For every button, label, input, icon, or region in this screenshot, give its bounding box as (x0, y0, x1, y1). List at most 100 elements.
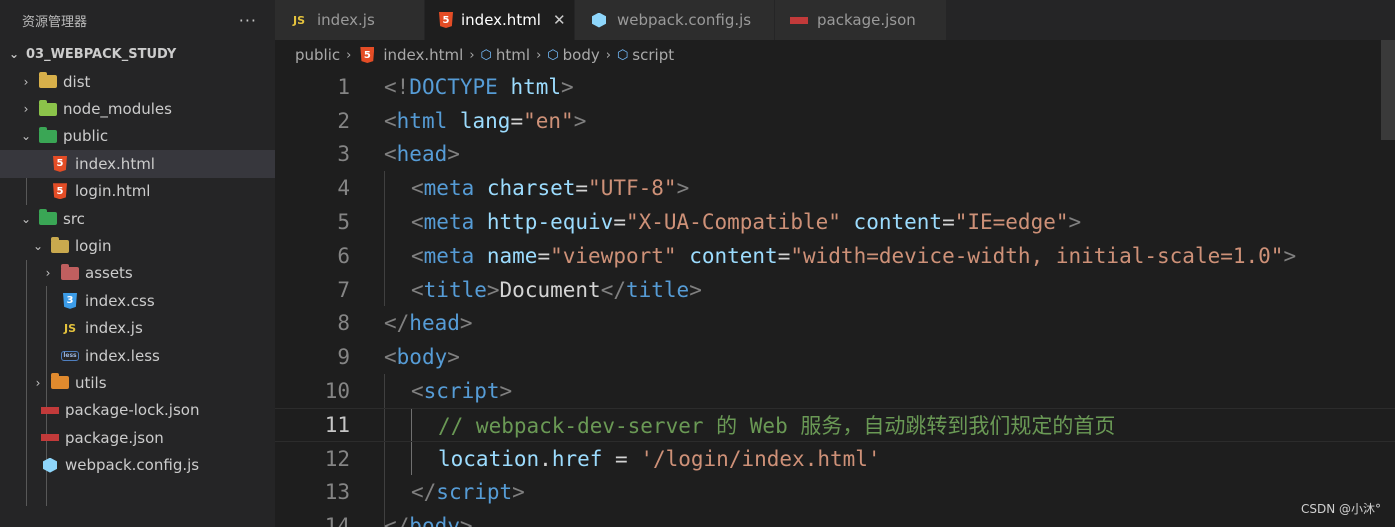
code-text: <meta http-equiv="X-UA-Compatible" conte… (411, 210, 1082, 235)
npm-file-icon (789, 12, 809, 28)
folder-node-icon (38, 99, 58, 117)
code-editor[interactable]: 1 <!DOCTYPE html> 2 <html lang="en"> 3 <… (275, 70, 1395, 527)
element-cube-icon: ⬡ (616, 47, 629, 63)
tree-item-label: public (63, 127, 109, 146)
code-line-2: 2 <html lang="en"> (275, 104, 1395, 138)
line-number: 14 (324, 514, 350, 527)
explorer-header: 资源管理器 ··· (0, 0, 275, 40)
code-line-4: 4 <meta charset="UTF-8"> (275, 171, 1395, 205)
tree-item-utils[interactable]: › utils (0, 369, 275, 396)
tab-index-js[interactable]: JS index.js (275, 0, 425, 40)
tree-item-index-less[interactable]: less index.less (0, 342, 275, 369)
chevron-down-icon: ⌄ (20, 129, 32, 144)
tab-package-json[interactable]: package.json (775, 0, 947, 40)
code-text: <meta charset="UTF-8"> (411, 176, 690, 201)
line-number: 6 (337, 243, 350, 268)
tree-item-login-html[interactable]: 5 login.html (0, 178, 275, 205)
line-number: 8 (337, 311, 350, 336)
tree-item-label: index.js (85, 319, 143, 338)
code-line-11: 11 // webpack-dev-server 的 Web 服务，自动跳转到我… (275, 408, 1395, 442)
tab-index-html[interactable]: 5 index.html ✕ (425, 0, 575, 40)
code-line-6: 6 <meta name="viewport" content="width=d… (275, 239, 1395, 273)
code-line-13: 13 </script> (275, 476, 1395, 510)
line-number: 2 (337, 108, 350, 133)
breadcrumb: public › 5 index.html › ⬡ html › ⬡ body … (275, 40, 1395, 70)
code-text: </body> (384, 514, 473, 527)
folder-src-icon (38, 209, 58, 227)
code-line-5: 5 <meta http-equiv="X-UA-Compatible" con… (275, 205, 1395, 239)
breadcrumb-item-script[interactable]: script (632, 46, 674, 64)
chevron-right-icon: › (536, 47, 542, 63)
html-file-icon: 5 (357, 47, 377, 63)
breadcrumb-item-public[interactable]: public (295, 46, 340, 64)
tree-item-assets[interactable]: › assets (0, 260, 275, 287)
tree-item-package-lock-json[interactable]: package-lock.json (0, 397, 275, 424)
vertical-scrollbar[interactable] (1381, 40, 1395, 140)
code-text: // webpack-dev-server 的 Web 服务，自动跳转到我们规定… (438, 413, 1116, 438)
tree-item-label: dist (63, 72, 91, 91)
code-text: location.href = '/login/index.html' (438, 446, 881, 471)
tree-item-webpack-config-js[interactable]: webpack.config.js (0, 451, 275, 478)
tree-item-dist[interactable]: › dist (0, 68, 275, 95)
folder-utils-icon (50, 373, 70, 391)
tree-item-public[interactable]: ⌄ public (0, 123, 275, 150)
less-file-icon: less (60, 348, 80, 364)
line-number: 7 (337, 277, 350, 302)
tree-item-node-modules[interactable]: › node_modules (0, 95, 275, 122)
css-file-icon: 3 (60, 292, 80, 309)
tree-item-label: src (63, 209, 85, 228)
workspace-root-label: 03_WEBPACK_STUDY (26, 46, 177, 62)
folder-public-icon (38, 126, 58, 144)
tree-item-package-json[interactable]: package.json (0, 424, 275, 451)
close-icon[interactable]: ✕ (553, 11, 566, 29)
tree-item-index-js[interactable]: JS index.js (0, 315, 275, 342)
line-number: 12 (324, 446, 350, 471)
tree-item-label: index.html (75, 154, 155, 173)
npm-file-icon (40, 430, 60, 446)
folder-open-icon (50, 236, 70, 254)
tree-item-label: index.css (85, 291, 155, 310)
watermark: CSDN @小沐° (1300, 502, 1381, 516)
line-number: 1 (337, 74, 350, 99)
code-line-10: 10 <script> (275, 374, 1395, 408)
code-text: <title>Document</title> (411, 277, 702, 302)
breadcrumb-item-index-html[interactable]: index.html (383, 46, 463, 64)
tree-item-index-css[interactable]: 3 index.css (0, 287, 275, 314)
tree-item-label: package.json (65, 428, 164, 447)
breadcrumb-item-html[interactable]: html (496, 46, 530, 64)
folder-dist-icon (38, 72, 58, 90)
tree-item-label: login (75, 237, 112, 256)
tree-item-label: node_modules (63, 100, 172, 119)
explorer-title: 资源管理器 (22, 14, 88, 30)
tree-item-label: utils (75, 373, 107, 392)
chevron-right-icon: › (346, 47, 352, 63)
tree-item-login[interactable]: ⌄ login (0, 232, 275, 259)
element-cube-icon: ⬡ (547, 47, 559, 63)
workspace-root-folder[interactable]: ⌄ 03_WEBPACK_STUDY (0, 40, 275, 68)
chevron-down-icon: ⌄ (20, 211, 32, 226)
line-number: 3 (337, 142, 350, 167)
tree-item-public-index-html[interactable]: 5 index.html (0, 150, 275, 178)
explorer-sidebar: 资源管理器 ··· ⌄ 03_WEBPACK_STUDY › dist › no… (0, 0, 275, 527)
js-file-icon: JS (292, 13, 305, 27)
npm-file-icon (40, 402, 60, 418)
file-tree: › dist › node_modules ⌄ public 5 index.h… (0, 68, 275, 506)
tree-item-label: package-lock.json (65, 401, 200, 420)
tab-webpack-config-js[interactable]: webpack.config.js (575, 0, 775, 40)
tab-label: webpack.config.js (617, 11, 752, 29)
code-line-8: 8 </head> (275, 307, 1395, 341)
code-line-7: 7 <title>Document</title> (275, 273, 1395, 307)
code-text: </head> (384, 311, 473, 336)
line-number: 4 (337, 176, 350, 201)
code-text: <head> (384, 142, 460, 167)
tree-item-label: index.less (85, 346, 160, 365)
editor-tabs: JS index.js 5 index.html ✕ webpack.confi… (275, 0, 1395, 40)
code-line-12: 12 location.href = '/login/index.html' (275, 442, 1395, 476)
chevron-right-icon: › (469, 47, 475, 63)
chevron-right-icon: › (605, 47, 611, 63)
breadcrumb-item-body[interactable]: body (563, 46, 600, 64)
tree-item-src[interactable]: ⌄ src (0, 205, 275, 232)
chevron-down-icon: ⌄ (32, 239, 44, 254)
more-actions-icon[interactable]: ··· (239, 11, 257, 30)
html-file-icon: 5 (439, 12, 453, 28)
